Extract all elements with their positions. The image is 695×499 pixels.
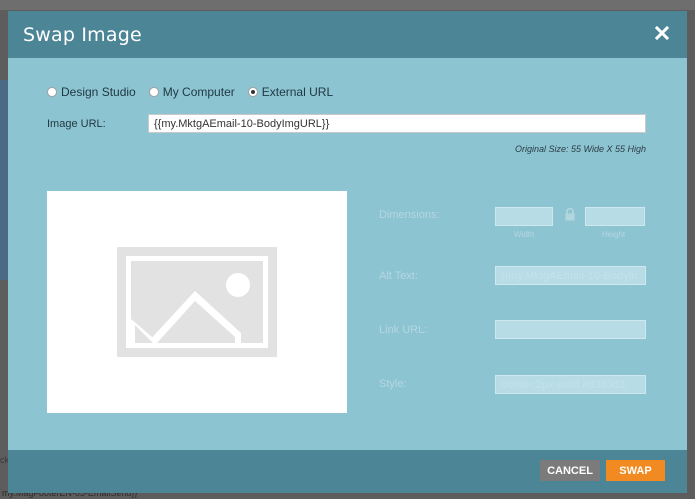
dimensions-label: Dimensions: [379,209,440,221]
source-design-studio[interactable]: Design Studio [47,85,136,99]
swap-button[interactable]: SWAP [606,460,665,481]
image-preview [47,191,347,413]
swap-image-dialog: Swap Image Design Studio My Computer Ext… [8,11,687,493]
alt-text-label: Alt Text: [379,270,418,282]
radio-design-studio[interactable] [47,87,57,97]
width-label: Width [514,230,535,239]
image-source-options: Design Studio My Computer External URL [47,84,346,100]
source-external-url-label: External URL [261,85,334,99]
source-design-studio-label: Design Studio [61,85,136,99]
width-input[interactable] [495,207,553,226]
lock-icon[interactable] [563,207,577,226]
dialog-title: Swap Image [23,24,142,46]
link-url-label: Link URL: [379,324,428,336]
image-url-input[interactable]: {{my.MktgAEmail-10-BodyImgURL}} [148,114,646,133]
height-input[interactable] [585,207,645,226]
alt-text-input[interactable]: {{my.MktgAEmail-10-BodyIn [495,266,646,285]
style-input[interactable]: border:2px solid #d3d3d3; [495,375,646,394]
image-url-label: Image URL: [47,118,106,130]
source-external-url[interactable]: External URL [247,85,334,99]
dialog-footer: CANCEL SWAP [8,450,687,493]
height-label: Height [602,230,626,239]
close-icon[interactable] [654,25,670,41]
radio-my-computer[interactable] [148,87,159,97]
source-my-computer[interactable]: My Computer [148,85,235,99]
image-placeholder-icon [117,247,277,357]
backdrop-left-panel [0,80,8,280]
backdrop-top [0,0,695,10]
original-size-text: Original Size: 55 Wide X 55 High [515,144,646,154]
dialog-header: Swap Image [8,11,687,58]
link-url-input[interactable] [495,320,646,339]
source-my-computer-label: My Computer [162,85,235,99]
radio-external-url[interactable] [247,87,258,97]
cancel-button[interactable]: CANCEL [540,460,600,481]
style-label: Style: [379,378,407,390]
